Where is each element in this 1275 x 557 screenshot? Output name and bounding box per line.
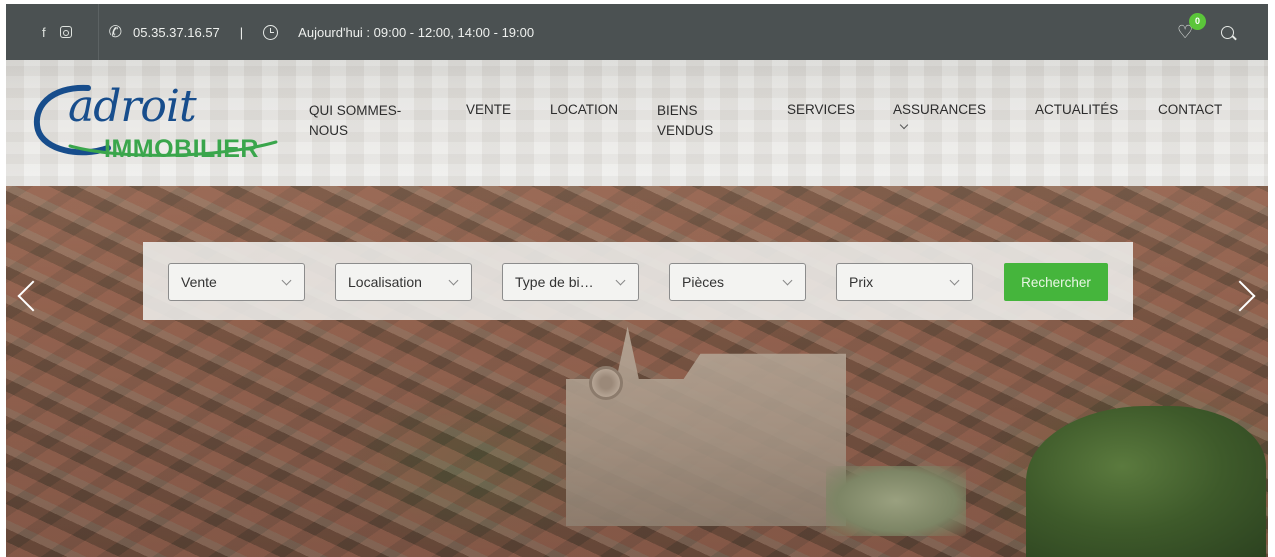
instagram-icon[interactable] [59,26,72,38]
top-bar: f ✆ 05.35.37.16.57 | Aujourd'hui : 09:00… [6,4,1268,60]
hero-image-garden [826,466,966,536]
nav-label: SERVICES [787,102,856,117]
chevron-down-icon [448,275,459,286]
transaction-select[interactable]: Vente [168,263,305,301]
property-search-panel: Vente Localisation Type de bi… Pièces Pr… [143,242,1133,320]
nav-item-assurances[interactable]: ASSURANCES [893,100,987,130]
nav-label: QUI SOMMES- [309,103,402,118]
chevron-down-icon [782,275,793,286]
contact-separator: | [239,24,244,40]
nav-item-services[interactable]: SERVICES [787,100,855,120]
nav-item-contact[interactable]: CONTACT [1158,100,1222,120]
search-icon[interactable] [1221,25,1234,39]
nav-label: ASSURANCES [893,102,987,117]
contact-info: ✆ 05.35.37.16.57 | Aujourd'hui : 09:00 -… [109,22,534,42]
location-select[interactable]: Localisation [335,263,472,301]
nav-item-biens-vendus[interactable]: BIENS VENDUS [657,101,713,141]
nav-label: VENTE [466,102,512,117]
property-type-select-value: Type de bi… [515,274,594,290]
top-bar-divider [97,4,99,60]
nav-label: LOCATION [550,102,619,117]
rooms-select[interactable]: Pièces [669,263,806,301]
nav-label: CONTACT [1158,102,1223,117]
favorites-button[interactable]: ♡ 0 [1177,13,1206,43]
hero-image-trees [1026,406,1266,557]
nav-label-line2: NOUS [309,123,349,138]
chevron-down-icon [899,120,909,130]
chevron-down-icon [949,275,960,286]
phone-number[interactable]: 05.35.37.16.57 [133,25,220,40]
location-select-value: Localisation [348,274,422,290]
top-bar-actions: ♡ 0 [1177,4,1234,60]
facebook-icon[interactable]: f [42,25,46,40]
site-header: adroit IMMOBILIER QUI SOMMES- NOUS VENTE… [6,60,1268,186]
nav-item-vente[interactable]: VENTE [466,100,511,120]
price-select[interactable]: Prix [836,263,973,301]
nav-label-line2: VENDUS [657,123,714,138]
chevron-down-icon [615,275,626,286]
favorites-count-badge: 0 [1189,13,1206,30]
social-links: f [42,25,72,40]
phone-icon: ✆ [108,24,122,41]
property-type-select[interactable]: Type de bi… [502,263,639,301]
search-submit-button[interactable]: Rechercher [1004,263,1108,301]
nav-label: ACTUALITÉS [1035,102,1119,117]
main-navigation: QUI SOMMES- NOUS VENTE LOCATION BIENS VE… [6,100,1268,160]
price-select-value: Prix [849,274,874,290]
nav-label: BIENS [657,103,698,118]
hero-image-rose-window [589,366,623,400]
nav-item-qui-sommes-nous[interactable]: QUI SOMMES- NOUS [309,101,401,141]
nav-item-actualites[interactable]: ACTUALITÉS [1035,100,1118,120]
chevron-down-icon [281,275,292,286]
nav-item-location[interactable]: LOCATION [550,100,618,120]
transaction-select-value: Vente [181,274,217,290]
clock-icon [263,24,279,40]
rooms-select-value: Pièces [682,274,725,290]
opening-hours: Aujourd'hui : 09:00 - 12:00, 14:00 - 19:… [298,24,535,40]
